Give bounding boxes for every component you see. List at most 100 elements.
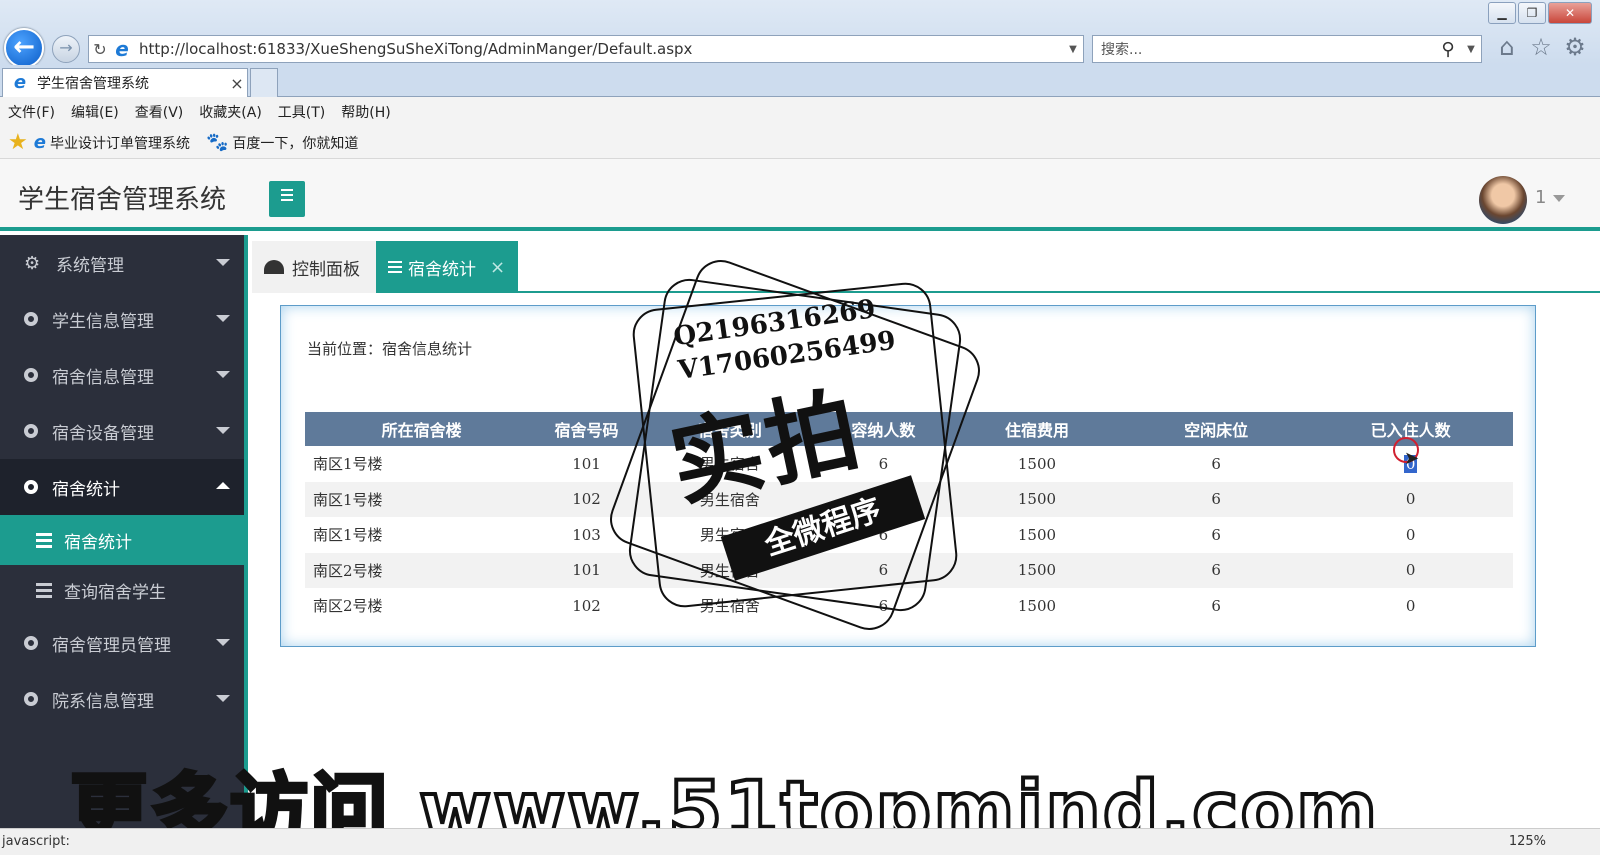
- url-dropdown-icon[interactable]: ▼: [1063, 44, 1083, 55]
- sidebar-item-system[interactable]: ⚙ 系统管理: [0, 235, 244, 291]
- favorite-link[interactable]: 🐾 百度一下，你就知道: [206, 132, 358, 153]
- home-icon[interactable]: ⌂: [1494, 32, 1520, 62]
- star-icon[interactable]: ☆: [1528, 32, 1554, 62]
- search-icon[interactable]: ⚲: [1435, 39, 1461, 60]
- sidebar-item-statistics[interactable]: 宿舍统计: [0, 459, 244, 515]
- table-cell: 103: [530, 517, 643, 553]
- table-cell: 102: [530, 481, 643, 517]
- favorite-label: 毕业设计订单管理系统: [49, 135, 190, 152]
- sidebar-subitem-query-students[interactable]: 查询宿舍学生: [0, 565, 244, 615]
- table-cell: 0: [1308, 552, 1513, 588]
- caret-down-icon: [216, 259, 230, 266]
- search-dropdown-icon[interactable]: ▼: [1461, 44, 1481, 55]
- restore-button[interactable]: ❐: [1518, 2, 1546, 24]
- table-cell: 南区1号楼: [305, 446, 531, 482]
- column-header: 宿舍号码: [530, 412, 643, 446]
- menu-toggle-button[interactable]: [269, 181, 305, 217]
- menu-file[interactable]: 文件(F): [8, 102, 55, 122]
- sidebar-item-dorms[interactable]: 宿舍信息管理: [0, 347, 244, 403]
- new-tab-button[interactable]: [250, 68, 278, 97]
- table-cell: 101: [530, 552, 643, 588]
- search-input[interactable]: 搜索... ⚲ ▼: [1092, 35, 1482, 63]
- sidebar-item-departments[interactable]: 院系信息管理: [0, 671, 244, 727]
- tab-label: 控制面板: [292, 259, 360, 280]
- list-icon: [36, 582, 52, 598]
- table-cell: 101: [530, 446, 643, 482]
- table-row: 南区2号楼 102 男生宿舍 6 1500 6 0: [305, 588, 1513, 624]
- menu-tools[interactable]: 工具(T): [278, 102, 325, 122]
- menu-favorites[interactable]: 收藏夹(A): [199, 102, 262, 122]
- sidebar-subitem-label: 查询宿舍学生: [64, 582, 166, 603]
- table-cell: 男生宿舍: [642, 481, 817, 517]
- table-cell: 男生宿舍: [642, 552, 817, 588]
- menu-help[interactable]: 帮助(H): [341, 102, 390, 122]
- close-window-button[interactable]: ✕: [1548, 2, 1592, 24]
- column-header: 所在宿舍楼: [305, 412, 531, 446]
- app-tab-row: 控制面板 宿舍统计 ×: [252, 241, 1600, 293]
- table-cell: 男生宿舍: [642, 588, 817, 624]
- caret-down-icon: [216, 695, 230, 702]
- ie-icon: e: [13, 72, 27, 93]
- list-icon: [36, 532, 52, 548]
- gear-icon[interactable]: ⚙: [1562, 32, 1588, 62]
- menu-edit[interactable]: 编辑(E): [71, 102, 119, 122]
- browser-status-bar: javascript: 125%: [0, 828, 1600, 855]
- table-cell: 102: [530, 588, 643, 624]
- sidebar-item-label: 学生信息管理: [52, 311, 154, 332]
- table-cell: 南区2号楼: [305, 552, 531, 588]
- avatar[interactable]: [1479, 176, 1527, 224]
- table-row: 南区1号楼 102 男生宿舍 6 1500 6 0: [305, 481, 1513, 517]
- url-text[interactable]: http://localhost:61833/XueShengSuSheXiTo…: [133, 40, 1063, 58]
- refresh-icon[interactable]: ↻: [89, 40, 111, 59]
- sidebar-subitem-statistics[interactable]: 宿舍统计: [0, 515, 244, 565]
- sidebar-item-equipment[interactable]: 宿舍设备管理: [0, 403, 244, 459]
- caret-down-icon: [216, 427, 230, 434]
- circle-icon: [24, 692, 38, 706]
- back-arrow-icon[interactable]: ←: [4, 28, 44, 68]
- table-cell: 南区1号楼: [305, 481, 531, 517]
- table-cell: 1500: [949, 588, 1124, 624]
- tab-dashboard[interactable]: 控制面板: [252, 241, 376, 293]
- favorite-link[interactable]: e 毕业设计订单管理系统: [34, 132, 190, 153]
- table-cell: 6: [1123, 517, 1309, 553]
- table-cell: 6: [816, 446, 950, 482]
- table-cell: 6: [816, 517, 950, 553]
- status-text: javascript:: [2, 834, 70, 849]
- caret-down-icon[interactable]: [1553, 195, 1565, 202]
- table-row: 南区2号楼 101 男生宿舍 6 1500 6 0: [305, 552, 1513, 588]
- table-cell: 0: [1308, 588, 1513, 624]
- table-cell: 1500: [949, 517, 1124, 553]
- sidebar-item-students[interactable]: 学生信息管理: [0, 291, 244, 347]
- sidebar-item-label: 宿舍信息管理: [52, 367, 154, 388]
- app-header: 学生宿舍管理系统 1: [0, 159, 1600, 231]
- sidebar-item-label: 院系信息管理: [52, 691, 154, 712]
- menu-view[interactable]: 查看(V): [135, 102, 184, 122]
- forward-arrow-icon[interactable]: →: [52, 35, 80, 63]
- caret-down-icon: [216, 371, 230, 378]
- close-icon[interactable]: ×: [490, 257, 505, 278]
- table-header-row: 所在宿舍楼 宿舍号码 宿舍类别 容纳人数 住宿费用 空闲床位 已入住人数: [305, 412, 1513, 446]
- close-tab-icon[interactable]: ×: [227, 74, 247, 93]
- baidu-paw-icon: 🐾: [205, 132, 229, 153]
- zoom-level[interactable]: 125%: [1509, 829, 1546, 855]
- tab-dorm-statistics[interactable]: 宿舍统计 ×: [376, 241, 518, 293]
- table-cell: 6: [1123, 446, 1309, 482]
- user-name[interactable]: 1: [1535, 187, 1546, 208]
- column-header: 宿舍类别: [642, 412, 817, 446]
- address-bar[interactable]: ↻ e http://localhost:61833/XueShengSuShe…: [88, 35, 1084, 63]
- table-cell: 0: [1308, 517, 1513, 553]
- table-cell: 男生宿舍: [642, 517, 817, 553]
- sidebar-item-label: 宿舍统计: [52, 479, 120, 500]
- table-cell: 南区1号楼: [305, 517, 531, 553]
- table-row: 南区1号楼 103 男生宿舍 6 1500 6 0: [305, 517, 1513, 553]
- caret-down-icon: [216, 315, 230, 322]
- browser-tab[interactable]: e 学生宿舍管理系统 ×: [2, 68, 248, 97]
- dorm-statistics-table: 所在宿舍楼 宿舍号码 宿舍类别 容纳人数 住宿费用 空闲床位 已入住人数 南区1…: [305, 412, 1513, 624]
- favorites-star-icon[interactable]: ★: [8, 130, 28, 155]
- minimize-button[interactable]: ▁: [1488, 2, 1516, 24]
- browser-chrome: ▁ ❐ ✕ ← → ↻ e http://localhost:61833/Xue…: [0, 0, 1600, 68]
- table-cell: 南区2号楼: [305, 588, 531, 624]
- table-cell: 6: [1123, 588, 1309, 624]
- column-header: 住宿费用: [949, 412, 1124, 446]
- sidebar-item-managers[interactable]: 宿舍管理员管理: [0, 615, 244, 671]
